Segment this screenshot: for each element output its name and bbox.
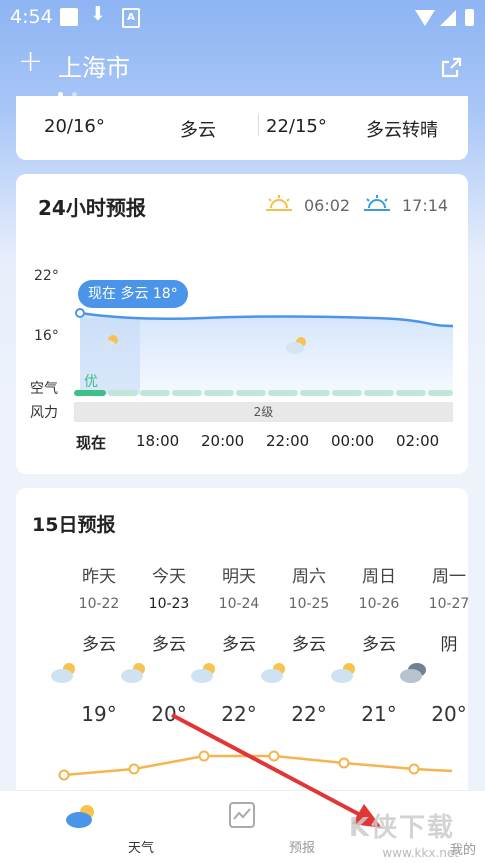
temp-point: [198, 750, 210, 762]
y-low-label: 16°: [34, 328, 59, 344]
battery-icon: [465, 9, 474, 26]
day-name: 明天: [222, 567, 256, 587]
notification-square-icon: [60, 8, 78, 26]
hourly-forecast-card: 24小时预报 06:02 17:14 22° 16° 空气 风力 现在 多云 1…: [16, 174, 468, 474]
hourly-title: 24小时预报: [38, 196, 146, 220]
aq-bar: [332, 390, 362, 396]
temp-point: [128, 763, 140, 775]
app-notification-icon: A: [122, 8, 140, 28]
daily-forecast-card: 15日预报 昨天 10-22 多云 19° 今天 10-23 多云 20° 明天…: [16, 488, 469, 808]
watermark-logo: K侠下载: [348, 813, 455, 843]
temp-point: [408, 763, 420, 775]
day-condition: 阴: [440, 635, 458, 655]
chart-icon: [229, 802, 255, 828]
hourly-temp-chart: [75, 308, 454, 394]
aq-bar-current: [74, 390, 106, 396]
aq-bar: [108, 390, 138, 396]
partly-cloudy-icon: [331, 663, 355, 683]
hour-label: 22:00: [266, 432, 310, 450]
daily-temp-line-chart: [58, 750, 453, 781]
day-name: 周一: [432, 567, 466, 587]
city-title[interactable]: 上海市: [58, 48, 130, 83]
aq-bar: [268, 390, 298, 396]
status-bar: 4:54 ⬇ A: [0, 0, 485, 34]
day-name: 周六: [292, 567, 326, 587]
nav-weather[interactable]: 天气: [21, 791, 154, 863]
day-name: 今天: [152, 567, 186, 587]
nav-forecast[interactable]: 预报: [182, 791, 315, 863]
day-date: 10-24: [218, 596, 260, 612]
partly-cloudy-icon: [51, 663, 75, 683]
day-name: 周日: [362, 567, 396, 587]
download-icon: ⬇: [90, 3, 106, 25]
day-temp: 20°: [151, 702, 187, 726]
day-condition: 多云: [292, 635, 326, 655]
weather-tab-icon: [66, 805, 94, 828]
day-temp: 22°: [221, 702, 257, 726]
sunset-icon: [364, 195, 390, 211]
now-badge: 现在 多云 18°: [78, 280, 188, 308]
overcast-icon: [400, 663, 426, 683]
divider: [258, 114, 259, 136]
aq-bar: [428, 390, 453, 396]
share-icon[interactable]: [439, 56, 463, 80]
aq-bar: [236, 390, 266, 396]
day-condition: 多云: [82, 635, 116, 655]
tomorrow-temp: 22/15°: [266, 116, 327, 137]
daily-title: 15日预报: [32, 514, 116, 536]
aq-bar: [172, 390, 202, 396]
wifi-icon: [415, 10, 435, 26]
aq-bar: [364, 390, 394, 396]
day-date: 10-22: [78, 596, 120, 612]
today-tomorrow-card[interactable]: 20/16° 多云 22/15° 多云转晴: [16, 96, 468, 160]
sunrise-time: 06:02: [304, 196, 351, 215]
aq-bar: [396, 390, 426, 396]
aq-bar: [204, 390, 234, 396]
high-temp-line: [63, 754, 453, 777]
today-condition: 多云: [180, 120, 216, 141]
day-condition: 多云: [152, 635, 186, 655]
temp-point: [268, 750, 280, 762]
sunset-time: 17:14: [402, 196, 449, 215]
partly-cloudy-icon: [261, 663, 285, 683]
wind-label: 风力: [30, 405, 58, 421]
partly-cloudy-icon: [286, 337, 306, 354]
temp-point: [58, 769, 70, 781]
day-temp: 20°: [431, 702, 467, 726]
aq-bar: [140, 390, 170, 396]
aq-bar: [300, 390, 330, 396]
add-city-button[interactable]: +: [18, 44, 43, 79]
hour-label: 20:00: [201, 432, 245, 450]
hour-label: 现在: [76, 434, 107, 452]
today-temp: 20/16°: [44, 116, 105, 137]
day-date: 10-26: [358, 596, 400, 612]
wind-bar: 2级: [74, 402, 453, 422]
day-temp: 22°: [291, 702, 327, 726]
day-name: 昨天: [82, 567, 116, 587]
watermark-url: www.kkx.net: [382, 846, 459, 860]
air-quality-value: 优: [84, 374, 98, 390]
day-condition: 多云: [222, 635, 256, 655]
partly-cloudy-icon: [121, 663, 145, 683]
air-quality-label: 空气: [30, 381, 58, 397]
hour-label: 02:00: [396, 432, 440, 450]
hour-label: 18:00: [136, 432, 180, 450]
temp-point: [338, 757, 350, 769]
day-condition: 多云: [362, 635, 396, 655]
status-time: 4:54: [10, 6, 53, 28]
y-high-label: 22°: [34, 268, 59, 284]
day-temp: 19°: [81, 702, 117, 726]
now-point: [75, 308, 85, 318]
day-temp: 21°: [361, 702, 397, 726]
sunrise-icon: [266, 195, 292, 211]
hour-label: 00:00: [331, 432, 375, 450]
signal-icon: [440, 10, 456, 26]
partly-cloudy-icon: [98, 335, 118, 352]
day-date: 10-25: [288, 596, 330, 612]
app-bar: + 上海市: [0, 34, 485, 100]
day-date: 10-23: [148, 596, 190, 612]
tomorrow-condition: 多云转晴: [366, 120, 438, 141]
partly-cloudy-icon: [191, 663, 215, 683]
day-date: 10-27: [428, 596, 470, 612]
